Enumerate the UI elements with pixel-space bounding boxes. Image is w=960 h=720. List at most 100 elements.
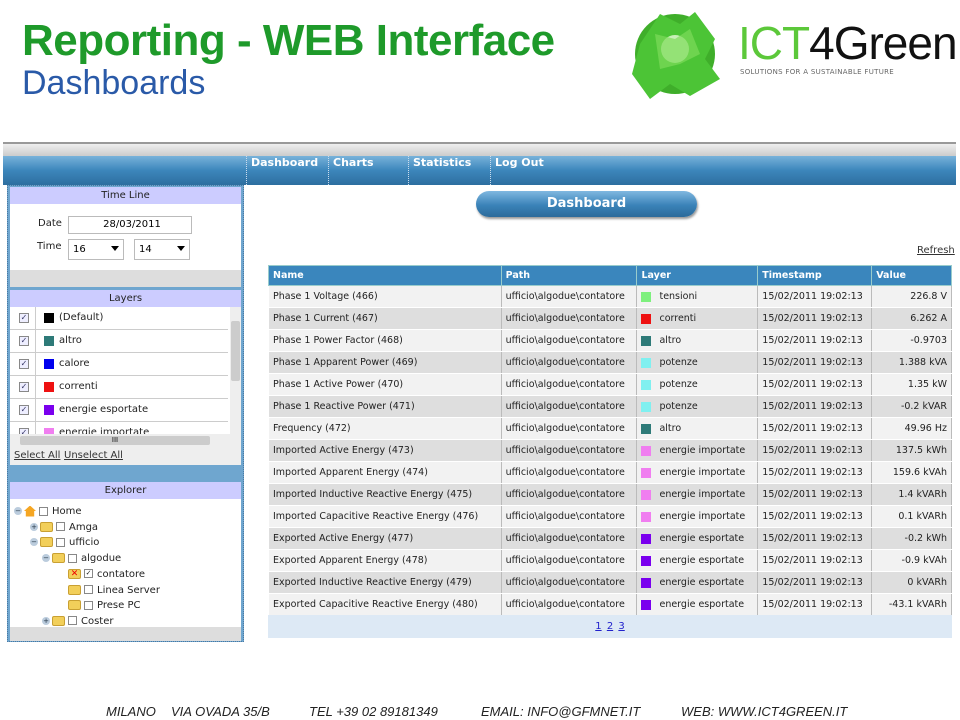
table-row[interactable]: Exported Active Energy (477) ufficio\alg… bbox=[268, 527, 952, 550]
layer-label: correnti bbox=[59, 381, 98, 392]
cell-path: ufficio\algodue\contatore bbox=[500, 505, 638, 528]
layer-checkbox[interactable]: ✓ bbox=[19, 382, 29, 392]
tree-node[interactable]: ✕ ✓ contatore bbox=[68, 568, 145, 582]
table-row[interactable]: Phase 1 Voltage (466) ufficio\algodue\co… bbox=[268, 285, 952, 308]
layer-color-swatch bbox=[641, 511, 652, 522]
tree-node[interactable]: Prese PC bbox=[68, 599, 140, 613]
layer-checkbox[interactable]: ✓ bbox=[19, 405, 29, 415]
layer-checkbox[interactable]: ✓ bbox=[19, 359, 29, 369]
nav-dashboard[interactable]: Dashboard bbox=[246, 156, 326, 185]
tree-checkbox[interactable]: ✓ bbox=[84, 569, 93, 579]
layer-item[interactable]: ✓ correnti bbox=[10, 376, 228, 399]
unselect-all-link[interactable]: Unselect All bbox=[64, 450, 123, 461]
folder-error-icon: ✕ bbox=[68, 568, 81, 579]
refresh-link[interactable]: Refresh bbox=[917, 245, 955, 256]
column-header-value[interactable]: Value bbox=[871, 265, 952, 286]
tree-node[interactable]: Linea Server bbox=[68, 584, 160, 598]
layer-item[interactable]: ✓ (Default) bbox=[10, 307, 228, 330]
tree-checkbox[interactable] bbox=[56, 522, 65, 532]
cell-layer: altro bbox=[636, 329, 759, 352]
table-row[interactable]: Exported Capacitive Reactive Energy (480… bbox=[268, 593, 952, 616]
page-link-3[interactable]: 3 bbox=[618, 621, 624, 632]
table-row[interactable]: Phase 1 Reactive Power (471) ufficio\alg… bbox=[268, 395, 952, 418]
tree-checkbox[interactable] bbox=[39, 506, 48, 516]
table-row[interactable]: Imported Active Energy (473) ufficio\alg… bbox=[268, 439, 952, 462]
cell-value: 159.6 kVAh bbox=[871, 461, 952, 484]
table-row[interactable]: Imported Capacitive Reactive Energy (476… bbox=[268, 505, 952, 528]
home-icon bbox=[24, 505, 36, 517]
layers-vertical-scrollbar[interactable] bbox=[230, 307, 241, 434]
tree-checkbox[interactable] bbox=[68, 553, 77, 563]
layer-item[interactable]: ✓ calore bbox=[10, 353, 228, 376]
table-row[interactable]: Phase 1 Apparent Power (469) ufficio\alg… bbox=[268, 351, 952, 374]
expand-icon[interactable]: + bbox=[42, 616, 50, 625]
tree-node[interactable]: − ufficio bbox=[30, 536, 99, 550]
layer-item[interactable]: ✓ altro bbox=[10, 330, 228, 353]
table-row[interactable]: Frequency (472) ufficio\algodue\contator… bbox=[268, 417, 952, 440]
page-link-2[interactable]: 2 bbox=[607, 621, 613, 632]
tree-checkbox[interactable] bbox=[84, 585, 93, 594]
hour-select[interactable]: 16 bbox=[68, 239, 124, 260]
cell-name: Frequency (472) bbox=[268, 417, 502, 440]
column-header-timestamp[interactable]: Timestamp bbox=[757, 265, 873, 286]
table-row[interactable]: Phase 1 Power Factor (468) ufficio\algod… bbox=[268, 329, 952, 352]
cell-name: Phase 1 Voltage (466) bbox=[268, 285, 502, 308]
page-link-1[interactable]: 1 bbox=[595, 621, 601, 632]
column-header-layer[interactable]: Layer bbox=[636, 265, 759, 286]
tree-node[interactable]: − algodue bbox=[42, 552, 121, 566]
collapse-icon[interactable]: − bbox=[30, 538, 38, 547]
date-input[interactable]: 28/03/2011 bbox=[68, 216, 192, 234]
folder-icon bbox=[40, 521, 53, 532]
folder-icon bbox=[40, 537, 53, 548]
expand-icon[interactable]: + bbox=[30, 522, 38, 531]
footer-tel: TEL +39 02 89181349 bbox=[309, 704, 438, 719]
table-row[interactable]: Phase 1 Current (467) ufficio\algodue\co… bbox=[268, 307, 952, 330]
layer-name: potenze bbox=[659, 401, 698, 412]
cell-layer: correnti bbox=[636, 307, 759, 330]
layer-color-swatch bbox=[44, 336, 54, 346]
tree-node-label: algodue bbox=[81, 553, 122, 565]
tree-checkbox[interactable] bbox=[56, 537, 65, 547]
tree-node-label: Prese PC bbox=[97, 600, 141, 612]
ict4green-logo: ICT4Green SOLUTIONS FOR A SUSTAINABLE FU… bbox=[620, 4, 958, 104]
tree-checkbox[interactable] bbox=[84, 600, 93, 610]
cell-value: 49.96 Hz bbox=[871, 417, 952, 440]
logo-text-4green: 4Green bbox=[809, 17, 957, 69]
column-header-name[interactable]: Name bbox=[268, 265, 502, 286]
layer-checkbox[interactable]: ✓ bbox=[19, 336, 29, 346]
cell-name: Exported Capacitive Reactive Energy (480… bbox=[268, 593, 502, 616]
layer-checkbox[interactable]: ✓ bbox=[19, 313, 29, 323]
layer-name: potenze bbox=[659, 379, 698, 390]
minute-select[interactable]: 14 bbox=[134, 239, 190, 260]
layer-label: energie esportate bbox=[59, 404, 149, 415]
folder-icon bbox=[52, 553, 65, 564]
nav-charts[interactable]: Charts bbox=[328, 156, 408, 185]
tree-node[interactable]: + Amga bbox=[30, 521, 98, 535]
table-row[interactable]: Phase 1 Active Power (470) ufficio\algod… bbox=[268, 373, 952, 396]
table-row[interactable]: Exported Inductive Reactive Energy (479)… bbox=[268, 571, 952, 594]
explorer-header: Explorer bbox=[10, 482, 241, 499]
cell-path: ufficio\algodue\contatore bbox=[500, 593, 638, 616]
layer-item[interactable]: ✓ energie esportate bbox=[10, 399, 228, 422]
nav-logout[interactable]: Log Out bbox=[490, 156, 570, 185]
layers-horizontal-scrollbar[interactable]: III bbox=[10, 434, 241, 447]
table-row[interactable]: Exported Apparent Energy (478) ufficio\a… bbox=[268, 549, 952, 572]
table-row[interactable]: Imported Apparent Energy (474) ufficio\a… bbox=[268, 461, 952, 484]
layers-list: ✓ (Default) ✓ altro ✓ calore ✓ correnti ✓ en… bbox=[10, 307, 241, 447]
cell-name: Phase 1 Active Power (470) bbox=[268, 373, 502, 396]
table-row[interactable]: Imported Inductive Reactive Energy (475)… bbox=[268, 483, 952, 506]
column-header-path[interactable]: Path bbox=[500, 265, 638, 286]
tree-node[interactable]: − Home bbox=[14, 505, 82, 519]
layer-label: altro bbox=[59, 335, 82, 346]
collapse-icon[interactable]: − bbox=[14, 507, 22, 515]
nav-statistics[interactable]: Statistics bbox=[408, 156, 490, 185]
tree-checkbox[interactable] bbox=[68, 616, 77, 626]
explorer-footer bbox=[10, 627, 241, 641]
collapse-icon[interactable]: − bbox=[42, 554, 50, 563]
cell-timestamp: 15/02/2011 19:02:13 bbox=[757, 571, 873, 594]
footer-city: MILANO bbox=[106, 704, 156, 719]
cell-path: ufficio\algodue\contatore bbox=[500, 417, 638, 440]
layer-color-swatch bbox=[641, 599, 652, 610]
select-all-link[interactable]: Select All bbox=[14, 450, 60, 461]
cell-layer: tensioni bbox=[636, 285, 759, 308]
